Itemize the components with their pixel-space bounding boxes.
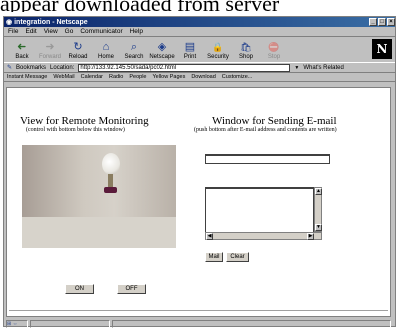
close-button[interactable]: × (387, 18, 395, 26)
scroll-down-icon[interactable]: ▼ (315, 224, 322, 231)
browser-window: ◉ integration - Netscape _ □ × File Edit… (3, 16, 396, 328)
security-button[interactable]: 🔒 Security (204, 40, 232, 60)
home-button[interactable]: ⌂ Home (92, 40, 120, 60)
menu-bar: File Edit View Go Communicator Help (4, 27, 395, 37)
forward-button[interactable]: ➜ Forward (36, 40, 64, 60)
clear-button[interactable]: Clear (226, 252, 249, 262)
netscape-small-icon: ◉ (6, 19, 13, 26)
menu-view[interactable]: View (44, 28, 58, 35)
security-icon: 🔒 (212, 42, 224, 52)
menu-edit[interactable]: Edit (25, 28, 36, 35)
bookmark-icon: ✎ (7, 65, 13, 71)
shop-button[interactable]: 🛍 Shop (232, 40, 260, 60)
email-address-input[interactable] (205, 154, 330, 164)
reload-icon: ↻ (73, 41, 83, 53)
on-button[interactable]: ON (65, 284, 94, 294)
back-button[interactable]: ➜ Back (8, 40, 36, 60)
whats-related-button[interactable]: What's Related (303, 65, 344, 71)
camera-view-image (22, 145, 176, 248)
menu-go[interactable]: Go (65, 28, 74, 35)
personal-people[interactable]: People (129, 74, 146, 80)
personal-toolbar: Instant Message WebMail Calendar Radio P… (4, 73, 395, 82)
home-icon: ⌂ (102, 41, 110, 53)
print-button[interactable]: ▤ Print (176, 40, 204, 60)
location-label: Location: (50, 64, 75, 71)
monitoring-heading: View for Remote Monitoring (20, 115, 149, 127)
scroll-up-icon[interactable]: ▲ (315, 188, 322, 195)
reload-button[interactable]: ↻ Reload (64, 40, 92, 60)
menu-file[interactable]: File (8, 28, 18, 35)
personal-calendar[interactable]: Calendar (81, 74, 103, 80)
search-icon: ⌕ (130, 41, 138, 53)
back-icon: ➜ (17, 41, 27, 53)
scroll-left-icon[interactable]: ◀ (206, 233, 213, 240)
personal-webmail[interactable]: WebMail (53, 74, 74, 80)
email-heading: Window for Sending E-mail (212, 115, 337, 127)
stop-icon: ⛔ (268, 42, 280, 52)
print-icon: ▤ (184, 41, 196, 53)
mail-button[interactable]: Mail (205, 252, 223, 262)
personal-download[interactable]: Download (191, 74, 215, 80)
netscape-button[interactable]: ◈ Netscape (148, 40, 176, 60)
email-subtitle: (push bottom after E-mail address and co… (194, 127, 337, 133)
forward-icon: ➜ (45, 41, 55, 53)
menu-communicator[interactable]: Communicator (80, 28, 122, 35)
stop-button[interactable]: ⛔ Stop (260, 40, 288, 60)
search-button[interactable]: ⌕ Search (120, 40, 148, 60)
title-bar: ◉ integration - Netscape _ □ × (4, 17, 395, 27)
personal-instant-message[interactable]: Instant Message (7, 74, 47, 80)
monitoring-subtitle: (control with bottom below this window) (26, 127, 125, 133)
navigation-toolbar: ➜ Back ➜ Forward ↻ Reload ⌂ Home ⌕ Search ◈ Ne… (4, 37, 395, 63)
shop-icon: 🛍 (240, 42, 252, 52)
netscape-icon: ◈ (157, 41, 167, 53)
personal-yellow-pages[interactable]: Yellow Pages (153, 74, 186, 80)
scroll-right-icon[interactable]: ▶ (307, 233, 314, 240)
menu-help[interactable]: Help (130, 28, 143, 35)
personal-customize[interactable]: Customize... (222, 74, 253, 80)
location-url-field[interactable]: http://133.92.145.50/sada/pc02.html (78, 63, 291, 72)
off-button[interactable]: OFF (117, 284, 146, 294)
location-toolbar: ✎ Bookmarks Location: http://133.92.145.… (4, 63, 395, 73)
url-dropdown-icon[interactable]: ▼ (294, 65, 299, 71)
textarea-horizontal-scrollbar[interactable]: ◀ ▶ (205, 232, 322, 240)
horizontal-rule (9, 310, 388, 311)
personal-radio[interactable]: Radio (109, 74, 123, 80)
overflow-caption-text: appear downloaded from server (0, 0, 396, 12)
minimize-button[interactable]: _ (369, 18, 377, 26)
netscape-logo[interactable]: N (372, 39, 392, 59)
bookmarks-button[interactable]: Bookmarks (16, 65, 46, 71)
textarea-vertical-scrollbar[interactable]: ▲ ▼ (314, 187, 322, 232)
maximize-button[interactable]: □ (378, 18, 386, 26)
page-content: View for Remote Monitoring (control with… (6, 87, 391, 317)
light-bulb (102, 153, 120, 175)
window-title: integration - Netscape (14, 18, 88, 26)
